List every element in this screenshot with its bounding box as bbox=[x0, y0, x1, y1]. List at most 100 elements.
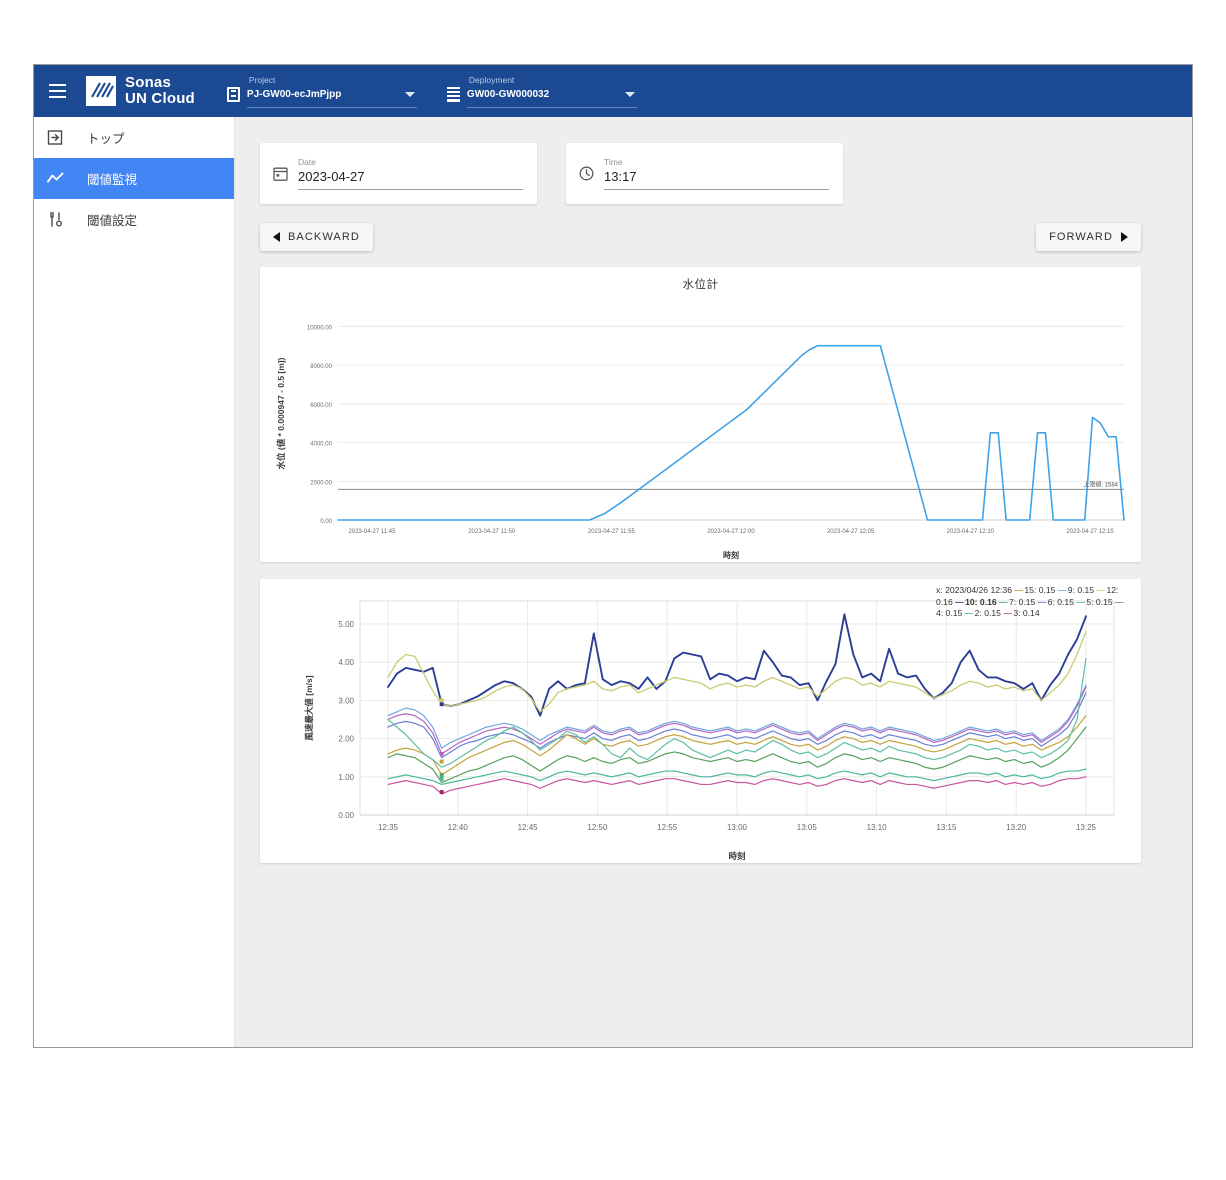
hamburger-icon[interactable] bbox=[44, 78, 70, 104]
svg-text:12:35: 12:35 bbox=[378, 823, 399, 832]
svg-text:風速最大値 [m/s]: 風速最大値 [m/s] bbox=[304, 675, 314, 740]
backward-label: BACKWARD bbox=[288, 231, 360, 243]
svg-text:2023-04-27 12:05: 2023-04-27 12:05 bbox=[827, 529, 875, 535]
line-chart-icon bbox=[46, 169, 65, 188]
sidebar-item-label: 閾値監視 bbox=[87, 169, 137, 188]
forward-label: FORWARD bbox=[1049, 231, 1113, 243]
legend-item: 15: 0.15 bbox=[1024, 585, 1055, 595]
legend-item: 6: 0.15 bbox=[1048, 597, 1074, 607]
clock-icon bbox=[578, 165, 595, 182]
legend-swatch: — bbox=[1058, 585, 1066, 595]
svg-text:13:25: 13:25 bbox=[1076, 823, 1097, 832]
app-header: Sonas UN Cloud Project PJ-GW00-ecJmPjpp … bbox=[34, 65, 1192, 117]
legend-item: 5: 0.15 bbox=[1086, 597, 1112, 607]
svg-text:2023-04-27 12:15: 2023-04-27 12:15 bbox=[1066, 529, 1114, 535]
arrow-left-icon bbox=[273, 232, 280, 242]
legend-swatch: — bbox=[999, 597, 1007, 607]
calendar-icon bbox=[272, 165, 289, 182]
sonas-logo-icon bbox=[86, 76, 116, 106]
svg-text:2023-04-27 11:55: 2023-04-27 11:55 bbox=[588, 529, 636, 535]
svg-text:6000.00: 6000.00 bbox=[310, 403, 332, 409]
water-level-chart[interactable]: 0.002000.004000.006000.008000.0010000.00… bbox=[260, 267, 1141, 562]
exit-arrow-icon bbox=[46, 128, 65, 147]
wind-speed-chart[interactable]: 0.001.002.003.004.005.0012:3512:4012:451… bbox=[260, 579, 1141, 863]
svg-text:0.00: 0.00 bbox=[320, 519, 332, 525]
wind-speed-chart-card: 0.001.002.003.004.005.0012:3512:4012:451… bbox=[260, 579, 1141, 863]
deployment-underline bbox=[467, 107, 637, 108]
svg-text:0.00: 0.00 bbox=[338, 811, 354, 820]
chevron-down-icon[interactable] bbox=[625, 92, 635, 97]
svg-text:13:20: 13:20 bbox=[1006, 823, 1027, 832]
svg-text:2023-04-27 11:50: 2023-04-27 11:50 bbox=[468, 529, 516, 535]
brand-title: Sonas UN Cloud bbox=[125, 75, 195, 107]
date-underline bbox=[298, 189, 523, 190]
svg-text:5.00: 5.00 bbox=[338, 620, 354, 629]
sidebar-item-top[interactable]: トップ bbox=[34, 117, 234, 158]
time-value: 13:17 bbox=[604, 168, 829, 185]
main-content: Date 2023-04-27 Time 13:17 bbox=[235, 117, 1192, 1047]
svg-text:13:10: 13:10 bbox=[867, 823, 888, 832]
deployment-label: Deployment bbox=[469, 75, 637, 85]
backward-button[interactable]: BACKWARD bbox=[260, 223, 373, 251]
project-label: Project bbox=[249, 75, 417, 85]
legend-item: 7: 0.15 bbox=[1009, 597, 1035, 607]
legend-swatch: — bbox=[1096, 585, 1104, 595]
sidebar-item-label: トップ bbox=[87, 128, 125, 147]
time-field[interactable]: Time 13:17 bbox=[566, 143, 843, 204]
svg-text:2023-04-27 11:45: 2023-04-27 11:45 bbox=[349, 529, 397, 535]
legend-swatch: — bbox=[1038, 597, 1046, 607]
svg-text:時刻: 時刻 bbox=[723, 550, 739, 560]
pager-row: BACKWARD FORWARD bbox=[235, 204, 1162, 251]
svg-text:2000.00: 2000.00 bbox=[310, 480, 332, 486]
sidebar-item-threshold-monitor[interactable]: 閾値監視 bbox=[34, 158, 234, 199]
arrow-right-icon bbox=[1121, 232, 1128, 242]
svg-text:13:15: 13:15 bbox=[936, 823, 957, 832]
svg-text:1.00: 1.00 bbox=[338, 773, 354, 782]
svg-text:上限値: 1584: 上限値: 1584 bbox=[1083, 480, 1118, 488]
legend-swatch: — bbox=[955, 597, 963, 607]
legend-swatch: — bbox=[1014, 585, 1022, 595]
project-value: PJ-GW00-ecJmPjpp bbox=[247, 89, 398, 100]
svg-text:12:55: 12:55 bbox=[657, 823, 678, 832]
legend-item: 3: 0.14 bbox=[1013, 608, 1039, 618]
svg-text:12:45: 12:45 bbox=[518, 823, 539, 832]
time-label: Time bbox=[604, 157, 829, 168]
project-selector[interactable]: Project PJ-GW00-ecJmPjpp bbox=[227, 75, 417, 108]
legend-item: 4: 0.15 bbox=[936, 608, 962, 618]
settings-tools-icon bbox=[46, 210, 65, 229]
chevron-down-icon[interactable] bbox=[405, 92, 415, 97]
forward-button[interactable]: FORWARD bbox=[1036, 223, 1141, 251]
water-level-chart-card: 水位計 0.002000.004000.006000.008000.001000… bbox=[260, 267, 1141, 562]
brand-line-1: Sonas bbox=[125, 75, 195, 91]
svg-text:8000.00: 8000.00 bbox=[310, 364, 332, 370]
svg-text:2023-04-27 12:10: 2023-04-27 12:10 bbox=[947, 529, 995, 535]
svg-text:時刻: 時刻 bbox=[728, 851, 746, 861]
legend-item: 2: 0.15 bbox=[975, 608, 1001, 618]
brand: Sonas UN Cloud bbox=[86, 75, 195, 107]
svg-text:13:00: 13:00 bbox=[727, 823, 748, 832]
legend-swatch: — bbox=[1115, 597, 1123, 607]
content-panel: Date 2023-04-27 Time 13:17 bbox=[235, 117, 1162, 997]
legend-swatch: — bbox=[1003, 608, 1011, 618]
date-label: Date bbox=[298, 157, 523, 168]
legend-item: 9: 0.15 bbox=[1068, 585, 1094, 595]
legend-item: 10: 0.16 bbox=[965, 597, 997, 607]
date-field[interactable]: Date 2023-04-27 bbox=[260, 143, 537, 204]
svg-text:12:40: 12:40 bbox=[448, 823, 469, 832]
svg-text:3.00: 3.00 bbox=[338, 696, 354, 705]
filter-row: Date 2023-04-27 Time 13:17 bbox=[235, 117, 1162, 204]
time-underline bbox=[604, 189, 829, 190]
deployment-icon bbox=[447, 87, 460, 102]
app-window: Sonas UN Cloud Project PJ-GW00-ecJmPjpp … bbox=[33, 64, 1193, 1048]
legend-swatch: — bbox=[965, 608, 973, 618]
legend-swatch: — bbox=[1076, 597, 1084, 607]
deployment-selector[interactable]: Deployment GW00-GW000032 bbox=[447, 75, 637, 108]
project-underline bbox=[247, 107, 417, 108]
wind-speed-legend: x: 2023/04/26 12:36 — 15: 0.15 — 9: 0.15… bbox=[936, 585, 1132, 620]
project-icon bbox=[227, 87, 240, 102]
date-value: 2023-04-27 bbox=[298, 168, 523, 185]
brand-line-2: UN Cloud bbox=[125, 91, 195, 107]
svg-text:2.00: 2.00 bbox=[338, 735, 354, 744]
sidebar-item-threshold-settings[interactable]: 閾値設定 bbox=[34, 199, 234, 240]
svg-text:10000.00: 10000.00 bbox=[307, 325, 333, 331]
